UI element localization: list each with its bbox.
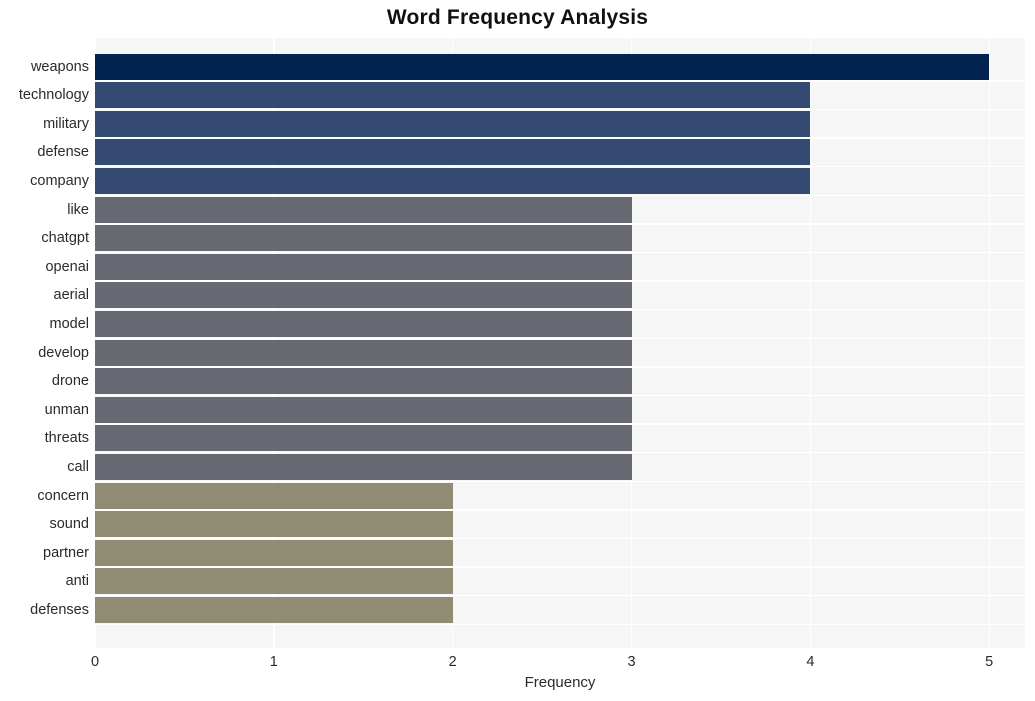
bar-defenses[interactable] — [95, 596, 453, 623]
bars-layer — [95, 38, 1025, 648]
y-tick-label-openai: openai — [45, 258, 89, 275]
chart-title: Word Frequency Analysis — [386, 6, 649, 29]
bar-defense[interactable] — [95, 139, 811, 166]
bar-weapons[interactable] — [95, 53, 990, 80]
x-tick-label-3: 3 — [627, 654, 636, 670]
x-tick-label-2: 2 — [448, 654, 457, 670]
y-tick-label-military: military — [43, 115, 89, 132]
y-tick-label-aerial: aerial — [53, 287, 89, 304]
bar-call[interactable] — [95, 453, 632, 480]
y-tick-label-call: call — [67, 458, 89, 475]
y-tick-label-chatgpt: chatgpt — [41, 230, 89, 247]
y-tick-label-weapons: weapons — [30, 58, 89, 75]
bar-company[interactable] — [95, 167, 811, 194]
x-tick-label-0: 0 — [90, 654, 100, 670]
y-tick-label-threats: threats — [44, 430, 89, 447]
bar-threats[interactable] — [95, 425, 632, 452]
bar-technology[interactable] — [95, 82, 811, 109]
bar-drone[interactable] — [95, 368, 632, 395]
x-tick-label-5: 5 — [985, 654, 994, 670]
bar-partner[interactable] — [95, 539, 453, 566]
bar-sound[interactable] — [95, 511, 453, 538]
bar-aerial[interactable] — [95, 282, 632, 309]
y-tick-label-company: company — [30, 172, 89, 189]
y-axis-tick-labels: weapons technology military defense company l… — [0, 38, 89, 648]
y-tick-label-develop: develop — [38, 344, 89, 361]
y-tick-label-drone: drone — [51, 373, 89, 390]
bar-unman[interactable] — [95, 396, 632, 423]
bar-like[interactable] — [95, 196, 632, 223]
y-tick-label-model: model — [49, 315, 90, 332]
y-tick-label-partner: partner — [43, 544, 89, 561]
y-tick-label-defense: defense — [37, 144, 89, 161]
y-tick-label-technology: technology — [18, 87, 89, 104]
bar-military[interactable] — [95, 110, 811, 137]
x-tick-label-4: 4 — [806, 654, 815, 670]
plot-area — [94, 38, 1025, 648]
y-tick-label-unman: unman — [44, 401, 89, 418]
chart-figure: Word Frequency Analysis weapons technolog… — [0, 0, 1035, 701]
bar-chatgpt[interactable] — [95, 225, 632, 252]
y-tick-label-anti: anti — [65, 573, 89, 590]
x-axis-tick-labels: 0 1 2 3 4 5 — [0, 648, 1035, 674]
bar-develop[interactable] — [95, 339, 632, 366]
y-tick-label-concern: concern — [37, 487, 89, 504]
x-tick-label-1: 1 — [269, 654, 278, 670]
y-tick-label-like: like — [67, 201, 89, 218]
bar-openai[interactable] — [95, 253, 632, 280]
bar-concern[interactable] — [95, 482, 453, 509]
bar-model[interactable] — [95, 310, 632, 337]
y-tick-label-sound: sound — [49, 516, 89, 533]
y-tick-label-defenses: defenses — [30, 601, 89, 618]
x-axis-title: Frequency — [524, 674, 596, 691]
bar-anti[interactable] — [95, 568, 453, 595]
